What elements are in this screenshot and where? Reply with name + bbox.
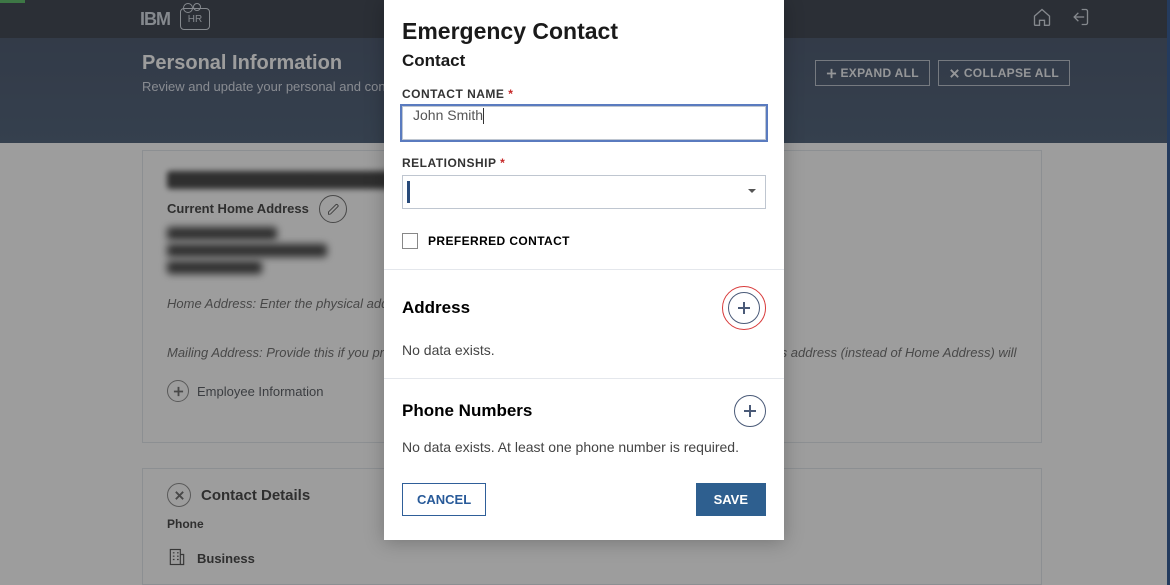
chevron-down-icon [747,183,757,201]
select-focus-bar [407,181,410,203]
contact-name-input[interactable]: John Smith [402,106,766,140]
divider [384,378,784,379]
modal-title: Emergency Contact [402,0,766,45]
modal-subtitle: Contact [402,51,766,71]
contact-name-value: John Smith [413,107,483,123]
address-empty-text: No data exists. [402,342,766,358]
relationship-select[interactable] [402,175,766,209]
address-section-title: Address [402,298,470,318]
cancel-button[interactable]: CANCEL [402,483,486,516]
emergency-contact-modal: Emergency Contact Contact CONTACT NAME *… [384,0,784,540]
preferred-contact-label: PREFERRED CONTACT [428,234,570,248]
relationship-label: RELATIONSHIP * [402,156,766,170]
add-address-button[interactable] [728,292,760,324]
contact-name-label: CONTACT NAME * [402,87,766,101]
phone-section-title: Phone Numbers [402,401,532,421]
save-button[interactable]: SAVE [696,483,766,516]
highlight-ring [722,286,766,330]
divider [384,269,784,270]
phone-empty-text: No data exists. At least one phone numbe… [402,439,766,455]
preferred-contact-checkbox[interactable]: PREFERRED CONTACT [402,233,766,249]
checkbox-box [402,233,418,249]
add-phone-button[interactable] [734,395,766,427]
